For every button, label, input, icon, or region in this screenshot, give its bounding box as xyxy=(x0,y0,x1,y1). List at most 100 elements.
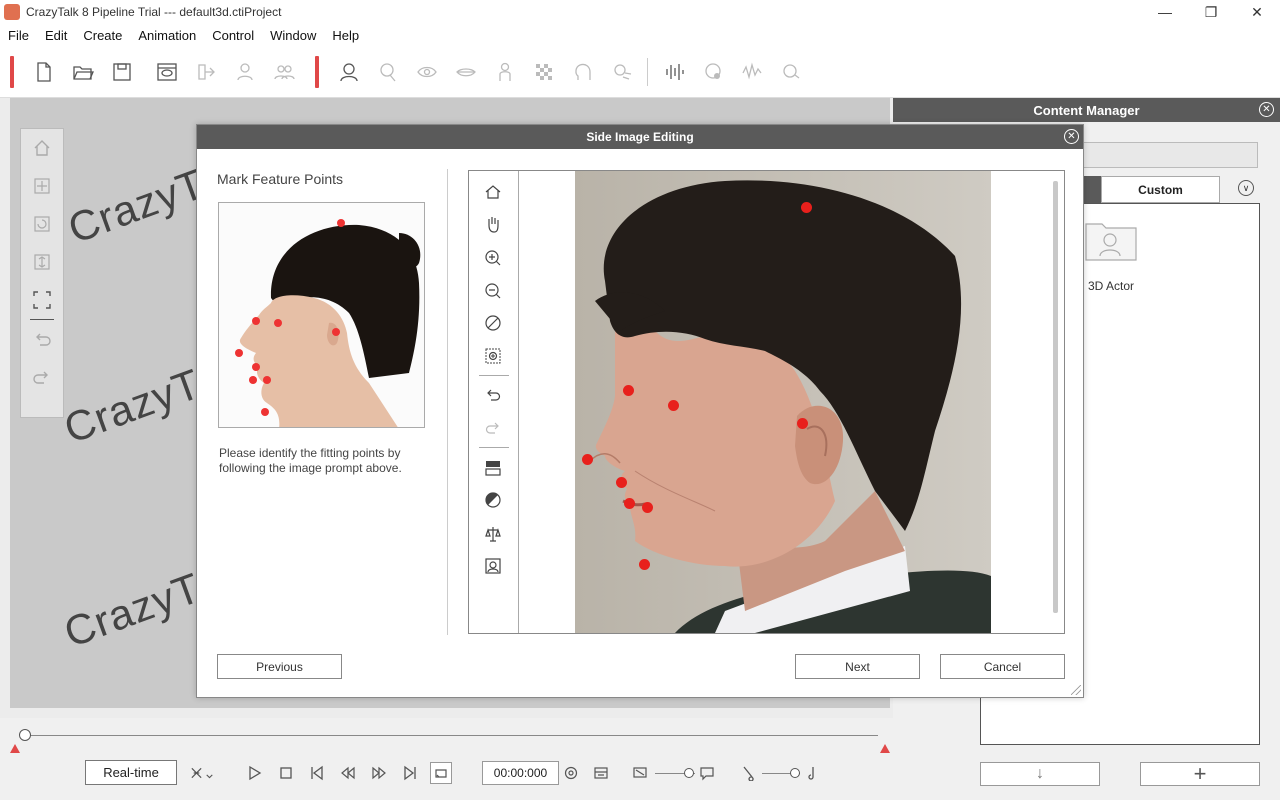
chevron-down-icon[interactable]: ∨ xyxy=(1238,180,1254,196)
content-item-label[interactable]: 3D Actor xyxy=(1088,279,1134,293)
scale-icon[interactable] xyxy=(21,243,63,281)
close-icon[interactable]: ✕ xyxy=(1259,102,1274,117)
timeline-start-marker[interactable] xyxy=(10,744,20,753)
portrait-icon[interactable] xyxy=(482,555,504,577)
feature-point[interactable] xyxy=(639,559,650,570)
reference-point xyxy=(249,376,257,384)
realtime-button[interactable]: Real-time xyxy=(85,760,177,785)
next-button[interactable]: Next xyxy=(795,654,920,679)
move-icon[interactable] xyxy=(21,167,63,205)
previous-frame-icon[interactable] xyxy=(339,764,357,782)
auto-motion-icon[interactable] xyxy=(738,58,766,86)
record-voice-icon[interactable] xyxy=(699,58,727,86)
home-icon[interactable] xyxy=(482,181,504,203)
current-time-field[interactable]: 00:00:000 xyxy=(482,761,559,785)
undo-icon[interactable] xyxy=(21,320,63,358)
export-icon[interactable] xyxy=(192,58,220,86)
menu-animation[interactable]: Animation xyxy=(130,28,204,43)
menu-window[interactable]: Window xyxy=(262,28,324,43)
minimize-button[interactable]: — xyxy=(1142,0,1188,24)
cancel-button[interactable]: Cancel xyxy=(940,654,1065,679)
restore-button[interactable]: ❐ xyxy=(1188,0,1234,24)
next-frame-icon[interactable] xyxy=(370,764,388,782)
reference-point xyxy=(337,219,345,227)
zoom-out-icon[interactable] xyxy=(482,280,504,302)
actor-export-icon[interactable] xyxy=(231,58,259,86)
mouth-settings-icon[interactable] xyxy=(452,58,480,86)
feature-point[interactable] xyxy=(797,418,808,429)
dialog-hint: Please identify the fitting points by fo… xyxy=(219,446,402,475)
feature-point[interactable] xyxy=(623,385,634,396)
resize-grip-icon[interactable] xyxy=(1071,685,1081,695)
open-folder-icon[interactable] xyxy=(69,58,97,86)
timeline-end-marker[interactable] xyxy=(880,744,890,753)
timeline-playhead[interactable] xyxy=(19,729,31,741)
redo-icon[interactable] xyxy=(482,417,504,439)
side-profile-photo[interactable] xyxy=(575,171,991,633)
menu-file[interactable]: File xyxy=(0,28,37,43)
add-content-button[interactable]: + xyxy=(1140,761,1260,786)
levels-icon[interactable] xyxy=(482,457,504,479)
face-puppet-icon[interactable] xyxy=(777,58,805,86)
download-button[interactable]: ↓ xyxy=(980,762,1100,786)
head-profile-icon[interactable] xyxy=(569,58,597,86)
skip-end-icon[interactable] xyxy=(401,764,419,782)
fit-image-icon[interactable] xyxy=(482,345,504,367)
editor-scrollbar[interactable] xyxy=(1053,181,1058,613)
render-mode-icon[interactable] xyxy=(188,764,218,782)
feature-point[interactable] xyxy=(582,454,593,465)
speech-bubble-icon[interactable] xyxy=(698,764,716,782)
contrast-icon[interactable] xyxy=(482,489,504,511)
tab-custom[interactable]: Custom xyxy=(1101,176,1220,203)
balance-icon[interactable] xyxy=(482,523,504,545)
close-window-button[interactable]: ✕ xyxy=(1234,0,1280,24)
close-icon[interactable]: ✕ xyxy=(1064,129,1079,144)
skip-start-icon[interactable] xyxy=(308,764,326,782)
volume-mute-icon[interactable] xyxy=(631,764,649,782)
menu-help[interactable]: Help xyxy=(324,28,367,43)
time-settings-icon[interactable] xyxy=(562,764,580,782)
feature-point[interactable] xyxy=(642,502,653,513)
eye-settings-icon[interactable] xyxy=(413,58,441,86)
rotate-icon[interactable] xyxy=(21,205,63,243)
volume-slider-knob[interactable] xyxy=(684,768,694,778)
background-mask-icon[interactable] xyxy=(530,58,558,86)
previous-button[interactable]: Previous xyxy=(217,654,342,679)
3d-actor-folder-icon[interactable] xyxy=(1084,218,1138,262)
menu-control[interactable]: Control xyxy=(204,28,262,43)
zoom-in-icon[interactable] xyxy=(482,247,504,269)
motion-puppet-icon[interactable] xyxy=(608,58,636,86)
undo-icon[interactable] xyxy=(482,384,504,406)
menu-edit[interactable]: Edit xyxy=(37,28,75,43)
music-note-icon[interactable] xyxy=(802,764,820,782)
face-fitting-icon[interactable] xyxy=(335,58,363,86)
zoom-reset-icon[interactable] xyxy=(482,312,504,334)
preview-icon[interactable] xyxy=(153,58,181,86)
group-actors-icon[interactable] xyxy=(270,58,298,86)
loop-icon[interactable] xyxy=(430,762,452,784)
audio-icon[interactable] xyxy=(660,58,688,86)
feature-point[interactable] xyxy=(624,498,635,509)
timeline-view-icon[interactable] xyxy=(592,764,610,782)
content-search-input[interactable] xyxy=(1080,142,1258,168)
hand-pan-icon[interactable] xyxy=(482,213,504,235)
save-icon[interactable] xyxy=(108,58,136,86)
fit-view-icon[interactable] xyxy=(21,281,63,319)
face-orientation-icon[interactable] xyxy=(374,58,402,86)
new-project-icon[interactable] xyxy=(30,58,58,86)
home-view-icon[interactable] xyxy=(21,129,63,167)
timeline-track[interactable] xyxy=(26,735,878,736)
dialog-divider xyxy=(447,169,448,635)
redo-icon[interactable] xyxy=(21,358,63,396)
menu-create[interactable]: Create xyxy=(75,28,130,43)
metronome-icon[interactable] xyxy=(740,764,758,782)
play-icon[interactable] xyxy=(245,764,263,782)
body-settings-icon[interactable] xyxy=(491,58,519,86)
feature-point[interactable] xyxy=(616,477,627,488)
stop-icon[interactable] xyxy=(277,764,295,782)
feature-point[interactable] xyxy=(801,202,812,213)
editor-toolbar xyxy=(469,171,519,633)
tempo-slider-knob[interactable] xyxy=(790,768,800,778)
reference-point xyxy=(332,328,340,336)
feature-point[interactable] xyxy=(668,400,679,411)
